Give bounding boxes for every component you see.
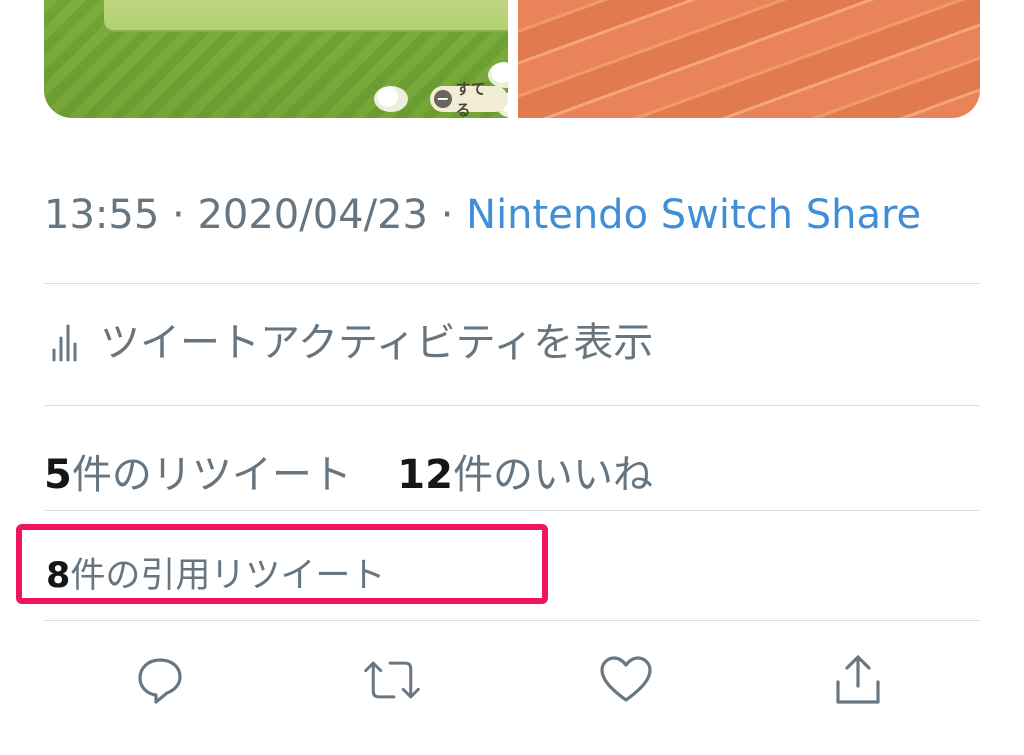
meta-separator: · bbox=[440, 192, 454, 238]
like-label: 件のいいね bbox=[452, 452, 653, 498]
tweet-source-link[interactable]: Nintendo Switch Share bbox=[466, 192, 921, 238]
divider bbox=[44, 620, 980, 621]
share-icon bbox=[836, 655, 880, 704]
like-icon bbox=[600, 656, 652, 702]
likes-stat[interactable]: 12件のいいね bbox=[397, 452, 653, 498]
game-discard-label: すてる bbox=[455, 80, 486, 118]
meta-separator: · bbox=[172, 192, 185, 238]
tweet-activity-link[interactable]: ツイートアクティビティを表示 bbox=[44, 310, 653, 368]
game-ui-panel bbox=[104, 0, 508, 30]
minus-icon: − bbox=[434, 90, 452, 108]
highlight-annotation bbox=[16, 524, 548, 604]
reply-icon bbox=[138, 658, 182, 704]
tweet-image-left[interactable]: − すてる X bbox=[44, 0, 508, 118]
reply-button[interactable] bbox=[130, 650, 190, 710]
tweet-action-bar bbox=[0, 650, 1024, 720]
bar-chart-icon bbox=[44, 310, 82, 368]
tweet-image-right[interactable] bbox=[518, 0, 980, 118]
tweet-meta: 13:55 · 2020/04/23 · Nintendo Switch Sha… bbox=[44, 192, 921, 238]
retweet-count: 5 bbox=[44, 452, 72, 498]
divider bbox=[44, 405, 980, 406]
game-discard-button: − すてる bbox=[430, 80, 508, 118]
flower-decoration bbox=[374, 86, 408, 112]
like-button[interactable] bbox=[596, 650, 656, 710]
retweet-icon bbox=[364, 661, 420, 699]
divider bbox=[44, 283, 980, 284]
divider bbox=[44, 510, 980, 511]
tweet-activity-label: ツイートアクティビティを表示 bbox=[100, 320, 654, 366]
retweets-stat[interactable]: 5件のリツイート bbox=[44, 452, 352, 498]
like-count: 12 bbox=[397, 452, 453, 498]
retweet-label: 件のリツイート bbox=[71, 452, 352, 498]
share-button[interactable] bbox=[828, 650, 888, 710]
tweet-stats: 5件のリツイート 12件のいいね bbox=[44, 442, 653, 500]
tweet-date: 2020/04/23 bbox=[197, 192, 428, 238]
tweet-time: 13:55 bbox=[44, 192, 160, 238]
retweet-button[interactable] bbox=[362, 650, 422, 710]
